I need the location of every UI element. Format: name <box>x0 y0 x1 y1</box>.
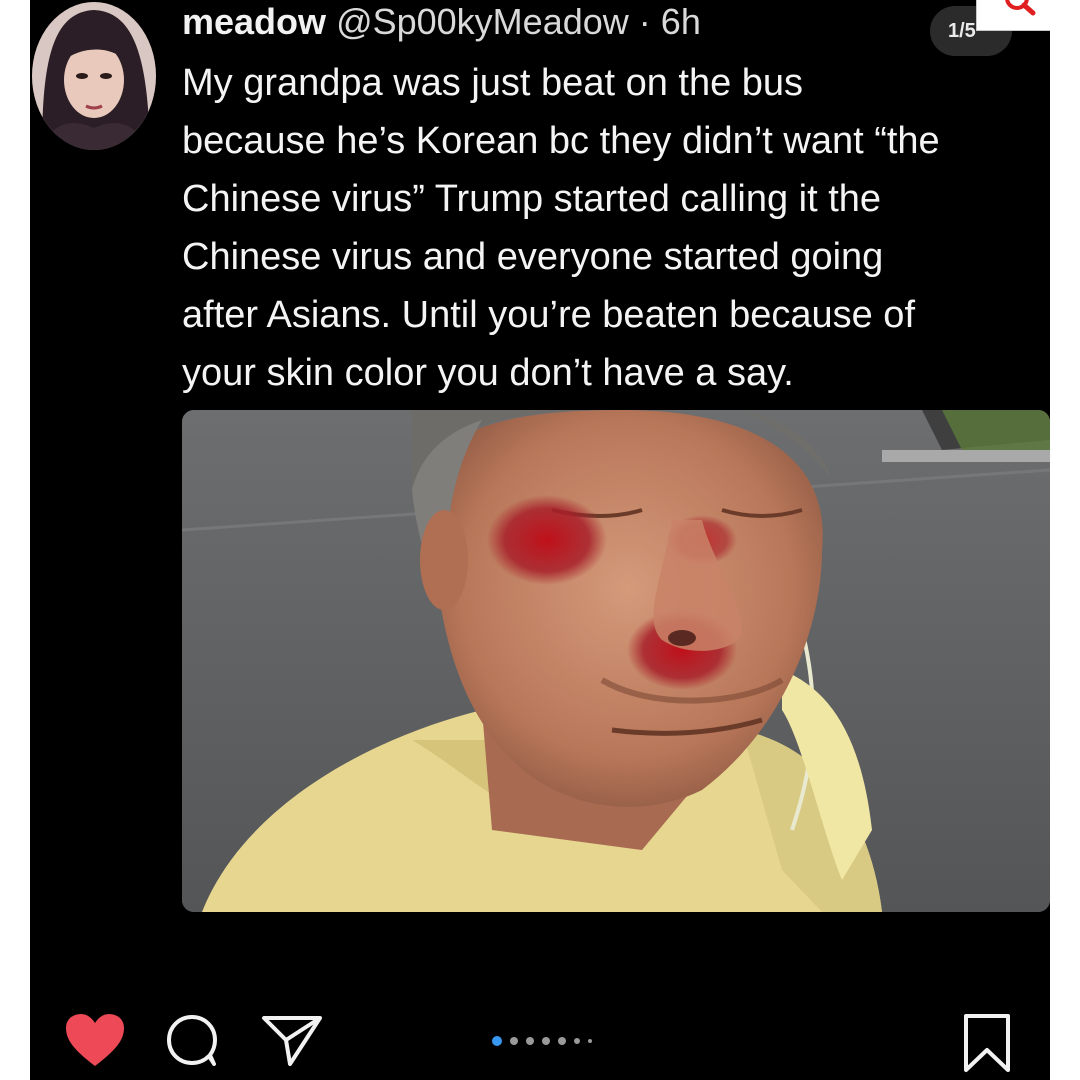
carousel-dot <box>558 1037 566 1045</box>
search-button[interactable] <box>976 0 1050 31</box>
author-separator: · <box>638 1 651 42</box>
carousel-dot <box>510 1037 518 1045</box>
post-time: 6h <box>660 1 701 42</box>
share-button[interactable] <box>260 1012 324 1073</box>
bookmark-icon <box>964 1014 1010 1072</box>
action-bar <box>30 1000 1050 1080</box>
post-text-line: your skin color you don’t have a say. <box>182 352 794 394</box>
author-line: meadow @Sp00kyMeadow · 6h <box>182 0 701 44</box>
carousel-dot <box>542 1037 550 1045</box>
comment-icon <box>167 1015 217 1066</box>
like-button[interactable] <box>64 1012 126 1073</box>
post-text-line: because he’s Korean bc they didn’t want … <box>182 120 940 162</box>
post-frame: meadow @Sp00kyMeadow · 6h 1/5 My grandpa… <box>30 0 1050 1080</box>
author-display-name[interactable]: meadow <box>182 1 326 42</box>
post-text-line: Chinese virus” Trump started calling it … <box>182 178 882 220</box>
heart-icon <box>66 1014 124 1066</box>
save-button[interactable] <box>962 1012 1012 1079</box>
photo-image <box>182 410 1050 912</box>
post-text-line: after Asians. Until you’re beaten becaus… <box>182 294 916 336</box>
carousel-dot-active <box>492 1036 502 1046</box>
carousel-dot <box>526 1037 534 1045</box>
author-handle[interactable]: @Sp00kyMeadow <box>336 1 629 42</box>
comment-button[interactable] <box>164 1012 220 1073</box>
post-text: My grandpa was just beat on the bus beca… <box>182 54 1050 402</box>
share-icon <box>262 1016 322 1066</box>
carousel-dot <box>574 1038 580 1044</box>
search-icon <box>1005 0 1036 16</box>
post-text-line: Chinese virus and everyone started going <box>182 236 884 278</box>
avatar-image <box>32 2 156 150</box>
avatar[interactable] <box>32 2 156 150</box>
carousel-dot <box>588 1039 592 1043</box>
post-text-line: My grandpa was just beat on the bus <box>182 62 804 104</box>
post-photo[interactable] <box>182 410 1050 912</box>
